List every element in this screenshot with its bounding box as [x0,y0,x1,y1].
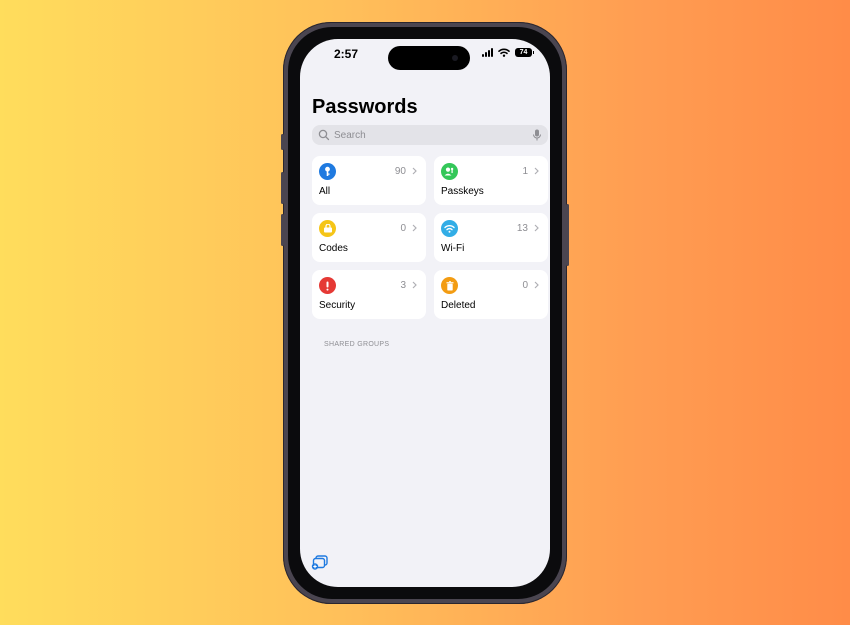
person-badge-icon [441,163,458,180]
category-label: Passkeys [441,186,484,197]
lock-code-icon [319,220,336,237]
chevron-right-icon [534,281,539,289]
category-passkeys[interactable]: 1 Passkeys [434,156,548,205]
category-label: Codes [319,243,348,254]
phone-frame: 2:57 74 Passwords Search 90 All 1 Passke… [281,22,569,604]
category-all[interactable]: 90 All [312,156,426,205]
search-placeholder: Search [334,129,366,141]
category-grid: 90 All 1 Passkeys 0 Codes 13 Wi-Fi 3 Sec… [312,156,549,319]
power-button [566,204,569,266]
shared-groups-header: SHARED GROUPS [324,341,390,348]
category-count: 13 [516,223,528,234]
action-button [281,134,284,150]
wifi-status-icon [498,48,510,57]
microphone-icon[interactable] [532,129,542,141]
category-count: 0 [522,280,528,291]
category-label: All [319,186,331,197]
screen: 2:57 74 Passwords Search 90 All 1 Passke… [300,39,550,587]
bezel: 2:57 74 Passwords Search 90 All 1 Passke… [288,27,562,599]
category-count: 0 [400,223,406,234]
wifi-icon [441,220,458,237]
category-codes[interactable]: 0 Codes [312,213,426,262]
category-count: 1 [522,166,528,177]
category-label: Wi-Fi [441,243,465,254]
camera-icon [452,55,458,61]
trash-icon [441,277,458,294]
category-label: Deleted [441,300,476,311]
chevron-right-icon [534,224,539,232]
chevron-right-icon [412,281,417,289]
exclamation-icon [319,277,336,294]
category-deleted[interactable]: 0 Deleted [434,270,548,319]
volume-up-button [281,172,284,204]
cellular-signal-icon [482,48,493,57]
new-group-icon[interactable] [311,554,329,570]
category-count: 90 [394,166,406,177]
category-security[interactable]: 3 Security [312,270,426,319]
chevron-right-icon [534,167,539,175]
search-field[interactable]: Search [312,125,548,145]
category-wifi[interactable]: 13 Wi-Fi [434,213,548,262]
key-icon [319,163,336,180]
chevron-right-icon [412,167,417,175]
volume-down-button [281,214,284,246]
status-icons: 74 [482,48,534,57]
status-time: 2:57 [334,47,359,61]
search-icon [318,129,330,141]
battery-indicator: 74 [515,48,534,57]
dynamic-island [388,46,470,70]
category-label: Security [319,300,356,311]
category-count: 3 [400,280,406,291]
page-title: Passwords [312,96,418,118]
chevron-right-icon [412,224,417,232]
